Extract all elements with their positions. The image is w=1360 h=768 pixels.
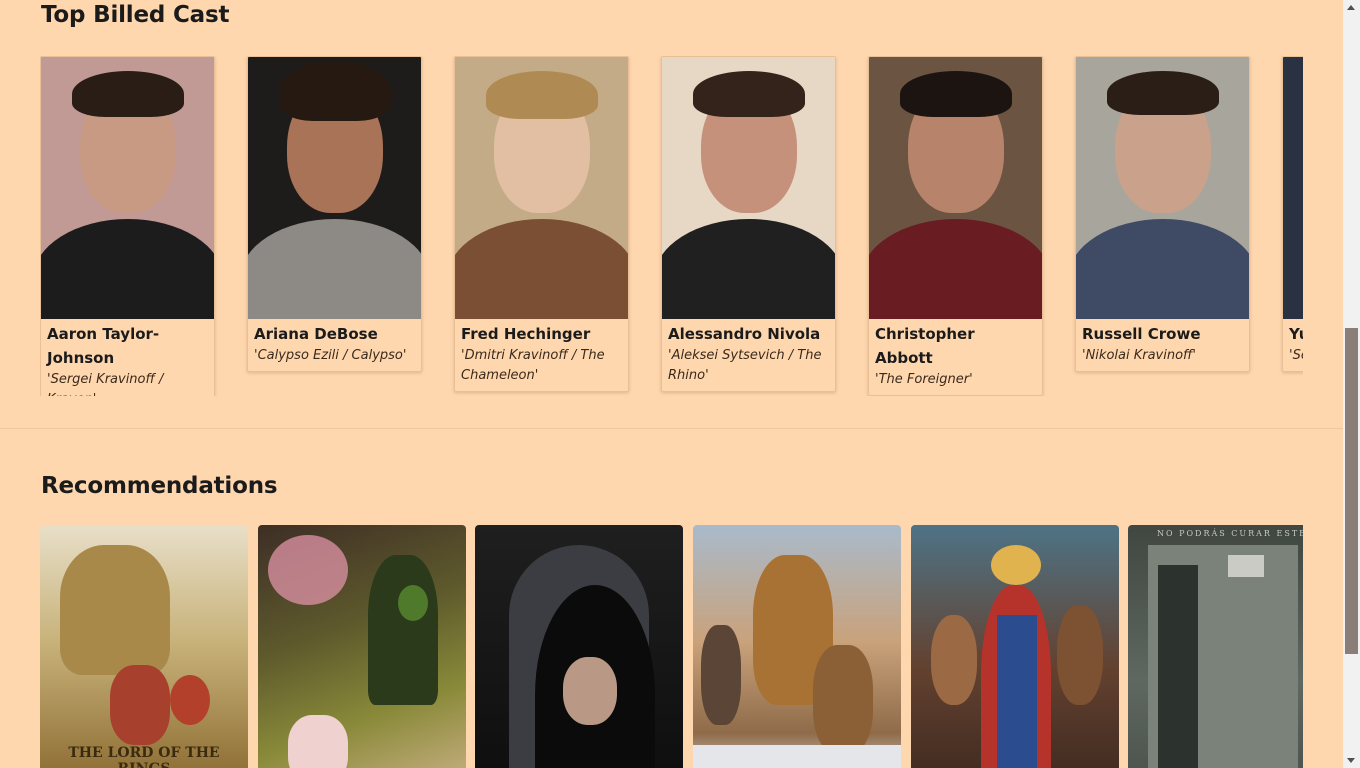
cast-photo — [869, 57, 1042, 319]
scroll-thumb[interactable] — [1345, 328, 1358, 654]
cast-role: 'Dmitri Kravinoff / The Chameleon' — [461, 348, 605, 383]
cast-name[interactable]: Fred Hechinger — [461, 322, 622, 346]
recommendation-poster[interactable] — [693, 525, 901, 768]
cast-name[interactable]: Aaron Taylor-Johnson — [47, 322, 208, 370]
cast-role: 'Nikolai Kravinoff' — [1082, 348, 1197, 363]
cast-role: 'The Foreigner' — [875, 372, 973, 387]
cast-photo — [41, 57, 214, 319]
poster-title-text: THE LORD OF THE RINGS — [68, 745, 220, 768]
cast-card[interactable]: Ariana DeBose 'Calypso Ezili / Calypso' — [247, 56, 422, 372]
cast-scroller[interactable]: Aaron Taylor-Johnson 'Sergei Kravinoff /… — [40, 56, 1303, 396]
recommendations-section-title: Recommendations — [41, 473, 278, 499]
cast-role: 'Se — [1289, 348, 1303, 363]
cast-role: 'Sergei Kravinoff / Kraven' — [47, 372, 164, 396]
poster-tagline-text: NO PODRÁS CURAR ESTE — [1156, 529, 1303, 538]
cast-section-title: Top Billed Cast — [41, 2, 230, 28]
recommendation-poster[interactable] — [258, 525, 466, 768]
cast-name[interactable]: Yu — [1289, 322, 1303, 346]
cast-card[interactable]: Fred Hechinger 'Dmitri Kravinoff / The C… — [454, 56, 629, 392]
section-divider — [0, 428, 1343, 429]
scroll-down-icon[interactable] — [1347, 758, 1355, 763]
cast-photo — [1283, 57, 1303, 319]
cast-name[interactable]: Russell Crowe — [1082, 322, 1243, 346]
scroll-up-icon[interactable] — [1347, 5, 1355, 10]
recommendation-poster[interactable]: THE LORD OF THE RINGS — [40, 525, 248, 768]
cast-card[interactable]: Alessandro Nivola 'Aleksei Sytsevich / T… — [661, 56, 836, 392]
cast-photo — [1076, 57, 1249, 319]
cast-card[interactable]: Yu 'Se — [1282, 56, 1303, 372]
cast-name[interactable]: Ariana DeBose — [254, 322, 415, 346]
cast-card[interactable]: Christopher Abbott 'The Foreigner' — [868, 56, 1043, 396]
recommendations-scroller[interactable]: THE LORD OF THE RINGS NO PO — [40, 525, 1303, 768]
cast-role: 'Aleksei Sytsevich / The Rhino' — [668, 348, 822, 383]
cast-name[interactable]: Alessandro Nivola — [668, 322, 829, 346]
cast-photo — [455, 57, 628, 319]
cast-photo — [662, 57, 835, 319]
recommendation-poster[interactable] — [911, 525, 1119, 768]
recommendation-poster[interactable]: NO PODRÁS CURAR ESTE — [1128, 525, 1303, 768]
cast-card[interactable]: Aaron Taylor-Johnson 'Sergei Kravinoff /… — [40, 56, 215, 396]
cast-role: 'Calypso Ezili / Calypso' — [254, 348, 407, 363]
cast-name[interactable]: Christopher Abbott — [875, 322, 1036, 370]
cast-card[interactable]: Russell Crowe 'Nikolai Kravinoff' — [1075, 56, 1250, 372]
cast-photo — [248, 57, 421, 319]
page-scrollbar[interactable] — [1343, 0, 1360, 768]
movie-details-page: Top Billed Cast Aaron Taylor-Johnson 'Se… — [0, 0, 1343, 768]
recommendation-poster[interactable] — [475, 525, 683, 768]
